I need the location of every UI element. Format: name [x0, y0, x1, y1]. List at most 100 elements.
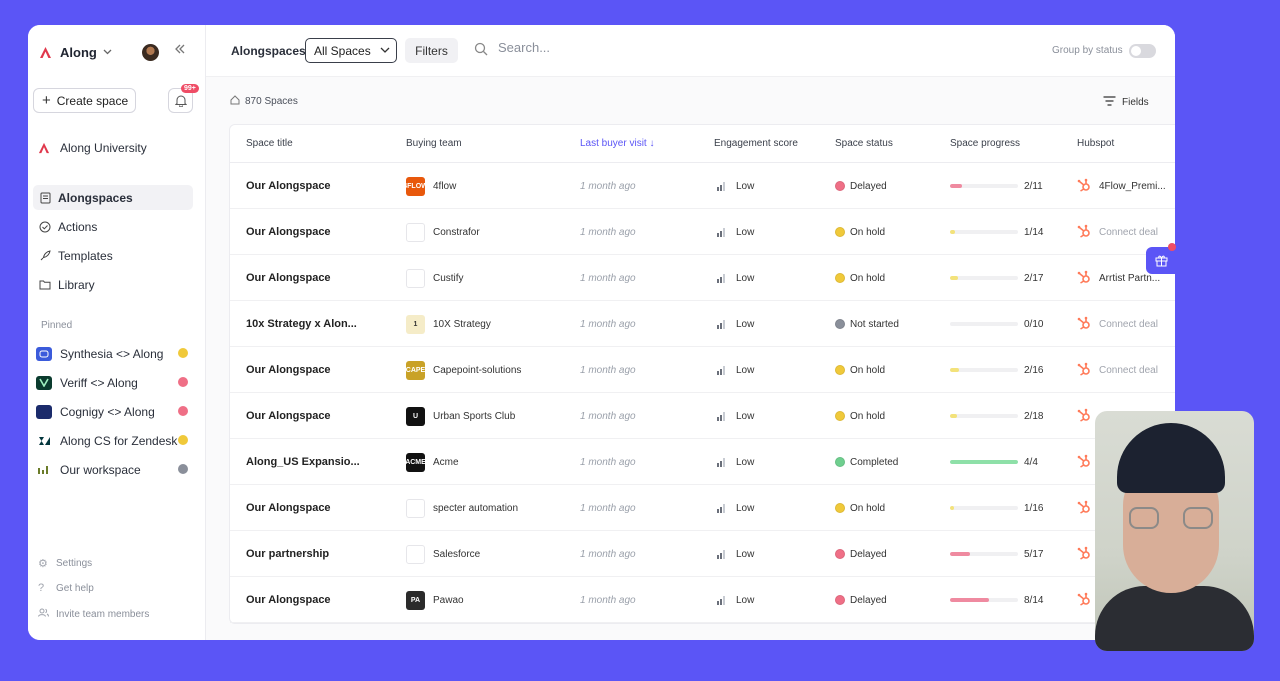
buying-team-label: 4flow	[433, 180, 457, 192]
space-title[interactable]: Our Alongspace	[246, 209, 331, 255]
pinned-item-veriff[interactable]: Veriff <> Along	[36, 370, 188, 395]
progress-bar	[950, 322, 1018, 326]
workspace-switcher[interactable]: Along	[38, 41, 195, 63]
sidebar-item-university[interactable]: Along University	[38, 141, 147, 155]
signal-bars-icon	[717, 181, 726, 191]
space-title[interactable]: 10x Strategy x Alon...	[246, 301, 357, 347]
col-hubspot[interactable]: Hubspot	[1077, 138, 1114, 149]
space-title[interactable]: Our Alongspace	[246, 485, 331, 531]
hubspot-icon	[1077, 178, 1091, 195]
table-row[interactable]: Our Alongspace 4FLOW 4flow 1 month ago Low De…	[230, 163, 1175, 209]
status-dot	[835, 227, 845, 237]
hubspot-deal-label: Connect deal	[1099, 364, 1158, 376]
sidebar-item-label: Library	[58, 277, 95, 292]
create-space-label: Create space	[56, 93, 129, 108]
last-visit: 1 month ago	[580, 456, 636, 468]
collapse-sidebar-icon[interactable]	[174, 41, 186, 58]
status-label: Delayed	[850, 594, 887, 606]
col-space-progress[interactable]: Space progress	[950, 138, 1020, 149]
hubspot-cell[interactable]: Connect deal	[1077, 301, 1158, 347]
col-last-buyer-visit[interactable]: Last buyer visit ↓	[580, 138, 654, 149]
space-status[interactable]: On hold	[835, 393, 885, 439]
buying-team-label: Urban Sports Club	[433, 410, 516, 422]
table-row[interactable]: Our Alongspace Constrafor 1 month ago Low On…	[230, 209, 1175, 255]
space-status[interactable]: Delayed	[835, 531, 887, 577]
space-status[interactable]: Not started	[835, 301, 899, 347]
topbar: Alongspaces All Spaces Filters Group by …	[206, 25, 1175, 77]
hubspot-cell[interactable]: Connect deal	[1077, 347, 1158, 393]
col-engagement-score[interactable]: Engagement score	[714, 138, 798, 149]
sidebar-item-alongspaces[interactable]: Alongspaces	[33, 185, 193, 210]
progress-label: 8/14	[1024, 594, 1044, 606]
col-space-status[interactable]: Space status	[835, 138, 893, 149]
status-label: On hold	[850, 502, 886, 514]
filters-button[interactable]: Filters	[405, 38, 458, 63]
group-by-status-toggle[interactable]	[1129, 44, 1156, 58]
help-link[interactable]: ? Get help	[38, 582, 94, 594]
table-row[interactable]: Along_US Expansio... ACME Acme 1 month ago L…	[230, 439, 1175, 485]
space-progress: 1/16	[950, 485, 1043, 531]
last-visit: 1 month ago	[580, 180, 636, 192]
space-status[interactable]: On hold	[835, 209, 885, 255]
buying-team: ACME Acme	[405, 439, 459, 485]
buying-team-label: specter automation	[433, 502, 519, 514]
cognigy-logo-icon	[36, 404, 52, 419]
space-status[interactable]: On hold	[835, 255, 885, 301]
progress-bar	[950, 460, 1018, 464]
space-status[interactable]: On hold	[835, 485, 885, 531]
last-visit: 1 month ago	[580, 548, 636, 560]
hubspot-cell[interactable]: 4Flow_Premi...	[1077, 163, 1166, 209]
space-title[interactable]: Our Alongspace	[246, 163, 331, 209]
pinned-item-synthesia[interactable]: Synthesia <> Along	[36, 341, 188, 366]
table-row[interactable]: Our Alongspace Custify 1 month ago Low On ho…	[230, 255, 1175, 301]
sidebar-item-actions[interactable]: Actions	[33, 214, 193, 239]
hubspot-cell[interactable]: Connect deal	[1077, 209, 1158, 255]
invite-link[interactable]: Invite team members	[38, 608, 149, 620]
space-title[interactable]: Our Alongspace	[246, 393, 331, 439]
pinned-item-workspace[interactable]: Our workspace	[36, 457, 188, 482]
table-row[interactable]: Our Alongspace specter automation 1 month …	[230, 485, 1175, 531]
buying-team-label: Acme	[433, 456, 459, 468]
chevron-down-icon	[380, 45, 390, 56]
col-buying-team[interactable]: Buying team	[406, 138, 462, 149]
space-title[interactable]: Our partnership	[246, 531, 329, 577]
space-status[interactable]: Delayed	[835, 163, 887, 209]
hubspot-deal-label: Connect deal	[1099, 226, 1158, 238]
spaces-filter-select[interactable]: All Spaces	[305, 38, 397, 63]
company-logo-icon: U	[406, 406, 425, 426]
company-logo-icon: 4FLOW	[403, 176, 428, 196]
settings-link[interactable]: ⚙ Settings	[38, 557, 92, 570]
table-row[interactable]: 10x Strategy x Alon... 1 10X Strategy 1 mon…	[230, 301, 1175, 347]
gift-button[interactable]	[1146, 247, 1176, 274]
progress-bar	[950, 552, 1018, 556]
notification-badge: 99+	[181, 84, 199, 93]
company-logo-icon: CAPE	[406, 360, 425, 380]
fields-button[interactable]: Fields	[1103, 95, 1149, 109]
filter-lines-icon	[1103, 95, 1116, 109]
space-title[interactable]: Our Alongspace	[246, 347, 331, 393]
space-status[interactable]: On hold	[835, 347, 885, 393]
webcam-overlay[interactable]	[1095, 411, 1254, 651]
user-avatar[interactable]	[142, 44, 159, 61]
last-visit: 1 month ago	[580, 410, 636, 422]
col-space-title[interactable]: Space title	[246, 138, 293, 149]
create-space-button[interactable]: + Create space	[33, 88, 136, 113]
pinned-item-cognigy[interactable]: Cognigy <> Along	[36, 399, 188, 424]
table-row[interactable]: Our Alongspace U Urban Sports Club 1 month …	[230, 393, 1175, 439]
search-input[interactable]	[498, 40, 698, 55]
progress-label: 2/17	[1024, 272, 1044, 284]
pinned-item-zendesk[interactable]: Along CS for Zendesk	[36, 428, 188, 453]
table-row[interactable]: Our Alongspace CAPE Capepoint-solutions 1 m…	[230, 347, 1175, 393]
users-icon	[38, 608, 50, 620]
sidebar-item-library[interactable]: Library	[33, 272, 193, 297]
space-progress: 2/18	[950, 393, 1043, 439]
space-status[interactable]: Delayed	[835, 577, 887, 623]
space-title[interactable]: Along_US Expansio...	[246, 439, 360, 485]
space-title[interactable]: Our Alongspace	[246, 577, 331, 623]
signal-bars-icon	[717, 549, 726, 559]
space-title[interactable]: Our Alongspace	[246, 255, 331, 301]
sidebar-item-templates[interactable]: Templates	[33, 243, 193, 268]
table-row[interactable]: Our Alongspace PA Pawao 1 month ago Low Delay…	[230, 577, 1175, 623]
space-status[interactable]: Completed	[835, 439, 898, 485]
table-row[interactable]: Our partnership Salesforce 1 month ago Low D…	[230, 531, 1175, 577]
